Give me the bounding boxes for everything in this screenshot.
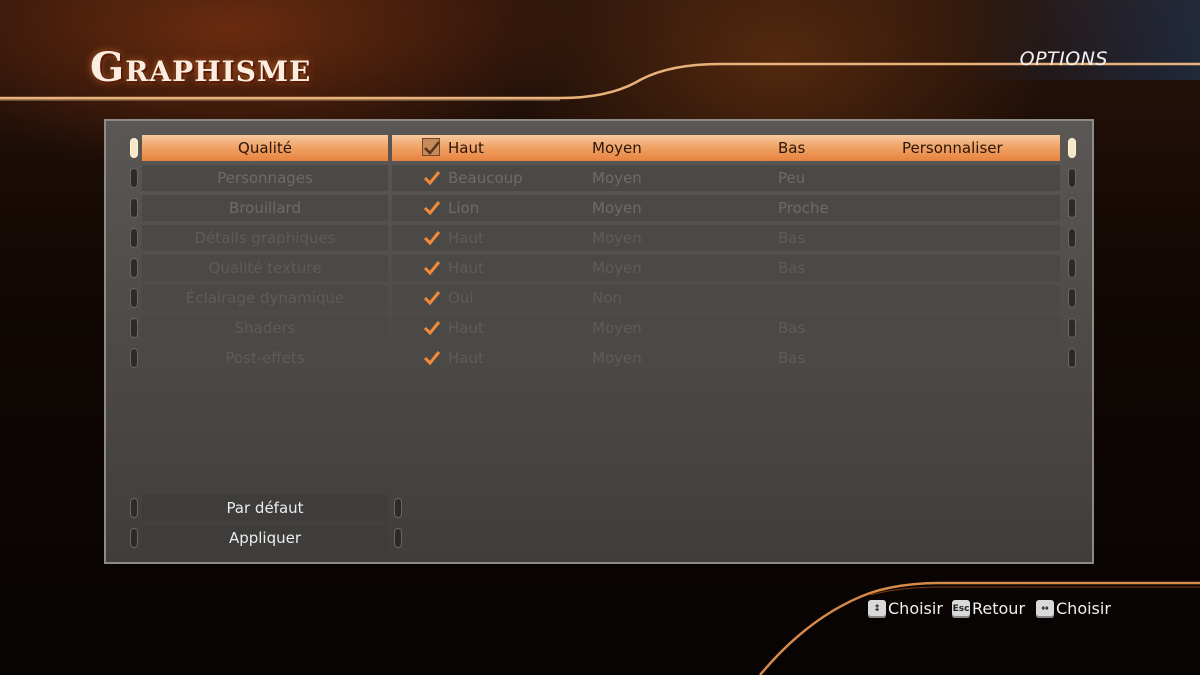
row-marker-left bbox=[130, 228, 138, 248]
row-marker-left bbox=[130, 198, 138, 218]
updown-key-icon: ↕ bbox=[868, 600, 886, 618]
setting-options: Haut Moyen Bas bbox=[392, 315, 1060, 341]
row-marker-left bbox=[130, 138, 138, 158]
row-marker-left bbox=[130, 258, 138, 278]
option-3[interactable]: Bas bbox=[778, 135, 805, 161]
row-marker-right bbox=[1068, 348, 1076, 368]
check-icon bbox=[423, 321, 441, 336]
setting-options: Haut Moyen Bas bbox=[392, 225, 1060, 251]
setting-label: Détails graphiques bbox=[142, 225, 388, 251]
esc-key-icon: Esc bbox=[952, 600, 970, 618]
leftright-key-icon: ↔ bbox=[1036, 600, 1054, 618]
setting-row-graphic-details[interactable]: Détails graphiques Haut Moyen Bas bbox=[130, 225, 1076, 251]
footer-swoosh bbox=[759, 581, 1200, 675]
setting-options: Haut Moyen Bas bbox=[392, 345, 1060, 371]
option-2[interactable]: Moyen bbox=[592, 195, 642, 221]
check-icon bbox=[423, 171, 441, 186]
row-marker-left bbox=[130, 348, 138, 368]
row-marker-left bbox=[130, 318, 138, 338]
setting-row-shaders[interactable]: Shaders Haut Moyen Bas bbox=[130, 315, 1076, 341]
setting-label: Éclairage dynamique bbox=[142, 285, 388, 311]
option-3[interactable]: Bas bbox=[778, 345, 805, 371]
apply-button[interactable]: Appliquer bbox=[142, 525, 388, 551]
setting-row-fog[interactable]: Brouillard Lion Moyen Proche bbox=[130, 195, 1076, 221]
option-1[interactable]: Beaucoup bbox=[448, 165, 523, 191]
check-icon bbox=[423, 351, 441, 366]
setting-row-post-effects[interactable]: Post-effets Haut Moyen Bas bbox=[130, 345, 1076, 371]
setting-label: Personnages bbox=[142, 165, 388, 191]
option-2[interactable]: Moyen bbox=[592, 345, 642, 371]
row-marker-right bbox=[1068, 318, 1076, 338]
option-1[interactable]: Haut bbox=[448, 135, 484, 161]
check-icon bbox=[423, 261, 441, 276]
section-label: OPTIONS bbox=[1019, 48, 1108, 70]
option-3[interactable]: Bas bbox=[778, 315, 805, 341]
hint-label: Choisir bbox=[888, 599, 943, 618]
setting-label: Brouillard bbox=[142, 195, 388, 221]
setting-label: Post-effets bbox=[142, 345, 388, 371]
option-2[interactable]: Moyen bbox=[592, 315, 642, 341]
row-marker-left bbox=[130, 498, 138, 518]
row-marker-right bbox=[394, 498, 402, 518]
hint-label: Choisir bbox=[1056, 599, 1111, 618]
option-2[interactable]: Moyen bbox=[592, 255, 642, 281]
option-2[interactable]: Non bbox=[592, 285, 622, 311]
setting-options: Haut Moyen Bas bbox=[392, 255, 1060, 281]
setting-row-texture-quality[interactable]: Qualité texture Haut Moyen Bas bbox=[130, 255, 1076, 281]
row-marker-left bbox=[130, 528, 138, 548]
hint-label: Retour bbox=[972, 599, 1026, 618]
setting-row-dynamic-lighting[interactable]: Éclairage dynamique Oui Non bbox=[130, 285, 1076, 311]
setting-row-quality[interactable]: Qualité Haut Moyen Bas Personnaliser bbox=[130, 135, 1076, 161]
page-title: Graphisme bbox=[90, 44, 312, 91]
option-1[interactable]: Oui bbox=[448, 285, 473, 311]
row-marker-right bbox=[1068, 198, 1076, 218]
row-marker-right bbox=[1068, 168, 1076, 188]
option-2[interactable]: Moyen bbox=[592, 225, 642, 251]
row-marker-right bbox=[1068, 258, 1076, 278]
check-icon bbox=[423, 291, 441, 306]
settings-panel: Qualité Haut Moyen Bas Personnaliser Per… bbox=[104, 119, 1094, 564]
default-button[interactable]: Par défaut bbox=[142, 495, 388, 521]
row-marker-right bbox=[1068, 228, 1076, 248]
option-3[interactable]: Bas bbox=[778, 255, 805, 281]
setting-label: Shaders bbox=[142, 315, 388, 341]
setting-label: Qualité texture bbox=[142, 255, 388, 281]
setting-options: Beaucoup Moyen Peu bbox=[392, 165, 1060, 191]
option-2[interactable]: Moyen bbox=[592, 135, 642, 161]
row-marker-right bbox=[1068, 288, 1076, 308]
default-button-row: Par défaut bbox=[130, 495, 402, 521]
option-3[interactable]: Bas bbox=[778, 225, 805, 251]
option-4[interactable]: Personnaliser bbox=[902, 135, 1003, 161]
setting-options: Haut Moyen Bas Personnaliser bbox=[392, 135, 1060, 161]
row-marker-left bbox=[130, 168, 138, 188]
check-icon bbox=[423, 231, 441, 246]
setting-options: Lion Moyen Proche bbox=[392, 195, 1060, 221]
row-marker-right bbox=[1068, 138, 1076, 158]
option-3[interactable]: Proche bbox=[778, 195, 829, 221]
setting-options: Oui Non bbox=[392, 285, 1060, 311]
option-1[interactable]: Lion bbox=[448, 195, 479, 221]
option-1[interactable]: Haut bbox=[448, 345, 484, 371]
apply-button-row: Appliquer bbox=[130, 525, 402, 551]
option-2[interactable]: Moyen bbox=[592, 165, 642, 191]
check-icon bbox=[423, 201, 441, 216]
setting-row-characters[interactable]: Personnages Beaucoup Moyen Peu bbox=[130, 165, 1076, 191]
option-1[interactable]: Haut bbox=[448, 255, 484, 281]
option-3[interactable]: Peu bbox=[778, 165, 805, 191]
option-1[interactable]: Haut bbox=[448, 225, 484, 251]
check-icon bbox=[424, 141, 440, 155]
row-marker-right bbox=[394, 528, 402, 548]
setting-label: Qualité bbox=[142, 135, 388, 161]
option-1[interactable]: Haut bbox=[448, 315, 484, 341]
row-marker-left bbox=[130, 288, 138, 308]
